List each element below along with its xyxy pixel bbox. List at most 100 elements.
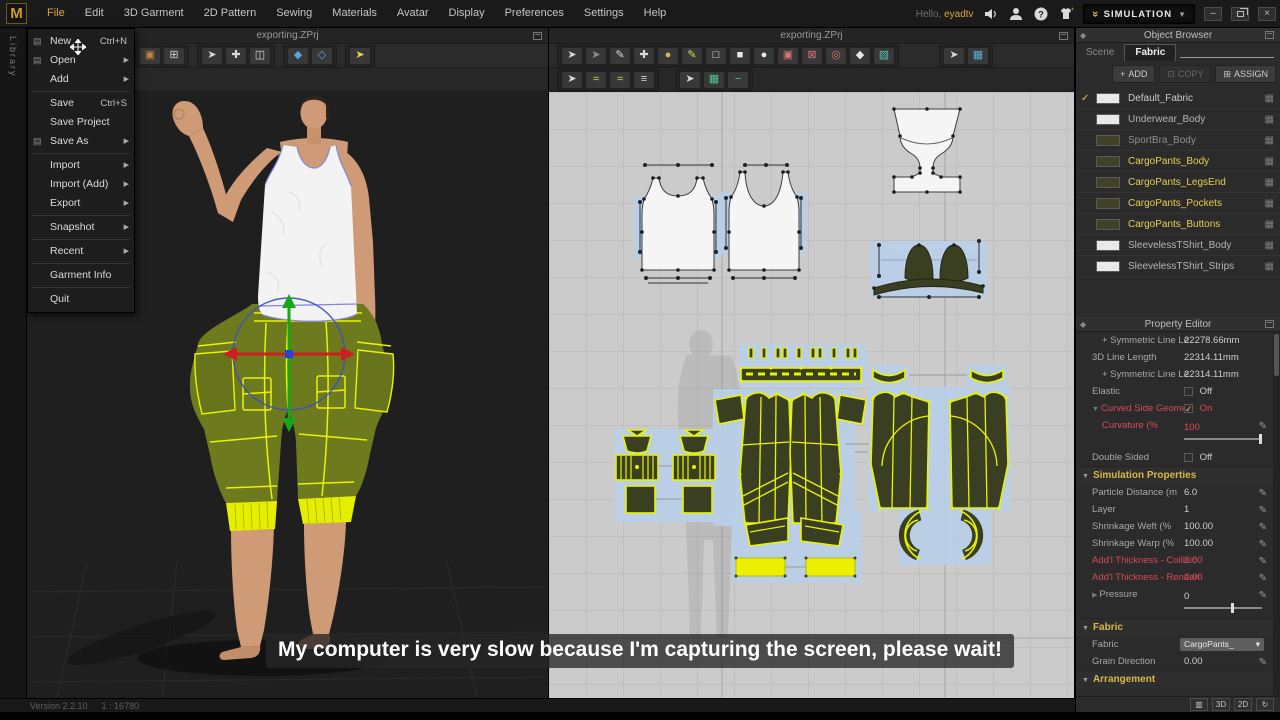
texture-icon[interactable]: ▦ <box>1265 240 1274 251</box>
avatar-tape-icon[interactable]: ◫ <box>249 46 271 65</box>
transform-pattern-icon[interactable]: ➤ <box>561 46 583 65</box>
pattern-pocket-square-left[interactable] <box>625 485 656 514</box>
round-dart-icon[interactable]: ◎ <box>825 46 847 65</box>
fabric-row-underwear_body[interactable]: Underwear_Body ▦ <box>1076 109 1280 130</box>
file-menu-item-save[interactable]: Save Ctrl+S <box>28 94 134 113</box>
property-value[interactable]: 2.00 <box>1184 569 1203 586</box>
texture-icon[interactable]: ▦ <box>1265 156 1274 167</box>
edit-pencil-icon[interactable]: ✎ <box>1259 654 1267 671</box>
file-menu-item-garment-info[interactable]: Garment Info <box>28 266 134 285</box>
circle-tool-icon[interactable]: ● <box>753 46 775 65</box>
section-fabric[interactable]: ▼ Fabric <box>1076 618 1273 636</box>
property-value[interactable]: 1 <box>1184 501 1189 518</box>
assign-button[interactable]: ⊞ ASSIGN <box>1215 65 1276 83</box>
checkbox[interactable] <box>1184 452 1193 462</box>
speaker-icon[interactable] <box>983 6 999 22</box>
restore-button[interactable] <box>1231 7 1249 21</box>
pleats-tool-icon[interactable]: ▧ <box>873 46 895 65</box>
free-sew-icon[interactable]: ≈ <box>585 70 607 89</box>
file-menu-item-import[interactable]: Import ▶ <box>28 156 134 175</box>
file-menu-item-import-add-[interactable]: Import (Add) ▶ <box>28 175 134 194</box>
texture-icon[interactable]: ▦ <box>1265 261 1274 272</box>
grade-grid-icon[interactable]: ▦ <box>703 70 725 89</box>
pattern-pocket-body-left[interactable] <box>615 454 659 481</box>
texture-icon[interactable]: ▦ <box>1265 219 1274 230</box>
property-value[interactable]: 22314.11mm <box>1184 366 1239 383</box>
edit-pencil-icon[interactable]: ✎ <box>1259 485 1267 502</box>
menu-display[interactable]: Display <box>439 0 495 27</box>
file-menu-item-export[interactable]: Export ▶ <box>28 194 134 213</box>
mn-segment-sew-icon[interactable]: ≡ <box>633 70 655 89</box>
garment-store-icon[interactable]: + <box>1058 6 1074 22</box>
grade-line-icon[interactable]: − <box>727 70 749 89</box>
file-menu-item-quit[interactable]: Quit <box>28 290 134 309</box>
minimize-button[interactable]: – <box>1204 7 1222 21</box>
menu-sewing[interactable]: Sewing <box>266 0 322 27</box>
library-panel-collapsed[interactable]: Library <box>0 28 27 698</box>
checkbox[interactable]: ✓ <box>1184 403 1193 413</box>
edit-pencil-icon[interactable]: ✎ <box>1259 570 1267 587</box>
transform-template-icon[interactable]: ➤ <box>585 46 607 65</box>
avatar-tank-top[interactable] <box>258 145 357 322</box>
fabric-dropdown[interactable]: CargoPants_ ▾ <box>1180 638 1264 651</box>
account-icon[interactable] <box>1008 6 1024 22</box>
texture-icon[interactable]: ▦ <box>1265 114 1274 125</box>
slider-value[interactable]: 100 <box>1184 419 1262 433</box>
section-simulation-properties[interactable]: ▼ Simulation Properties <box>1076 466 1273 484</box>
section-arrangement[interactable]: ▼ Arrangement <box>1076 670 1273 688</box>
slider-value[interactable]: 0 <box>1184 588 1262 602</box>
file-menu-item-save-as[interactable]: ▤ Save As ▶ <box>28 132 134 151</box>
file-menu-item-recent[interactable]: Recent ▶ <box>28 242 134 261</box>
fabric-row-sleevelesstshirt_strips[interactable]: SleevelessTShirt_Strips ▦ <box>1076 256 1280 277</box>
maximize-viewport-icon[interactable] <box>1059 32 1068 40</box>
open-capture-icon[interactable]: ⊞ <box>163 46 185 65</box>
grade-select-icon[interactable]: ➤ <box>679 70 701 89</box>
edit-pencil-icon[interactable]: ✎ <box>1259 536 1267 553</box>
maximize-viewport-icon[interactable] <box>533 32 542 40</box>
menu-edit[interactable]: Edit <box>75 0 114 27</box>
dart-tool-icon[interactable]: ▣ <box>777 46 799 65</box>
edit-pencil-icon[interactable]: ✎ <box>1259 418 1267 435</box>
menu-2d-pattern[interactable]: 2D Pattern <box>194 0 267 27</box>
texture-icon[interactable]: ▦ <box>1265 135 1274 146</box>
pin-icon[interactable]: ◆ <box>1080 320 1086 329</box>
help-icon[interactable]: ? <box>1033 6 1049 22</box>
fabric-row-cargopants_buttons[interactable]: CargoPants_Buttons ▦ <box>1076 214 1280 235</box>
menu-avatar[interactable]: Avatar <box>387 0 439 27</box>
pattern-pant-back-left[interactable] <box>870 391 931 510</box>
undock-panel-icon[interactable] <box>1265 320 1274 328</box>
edit-pencil-icon[interactable]: ✎ <box>1259 502 1267 519</box>
property-value[interactable]: 100.00 <box>1184 535 1213 552</box>
pattern-tank-front[interactable] <box>638 163 718 284</box>
menu-materials[interactable]: Materials <box>322 0 387 27</box>
pattern-pocket-square-right[interactable] <box>682 485 713 514</box>
menu-help[interactable]: Help <box>634 0 677 27</box>
segment-sew-icon[interactable]: ➤ <box>561 70 583 89</box>
show-garment-icon[interactable]: ◆ <box>287 46 309 65</box>
slider-track[interactable] <box>1184 603 1262 613</box>
menu-settings[interactable]: Settings <box>574 0 634 27</box>
texture-select-icon[interactable]: ➤ <box>943 46 965 65</box>
texture-icon[interactable]: ▦ <box>1265 93 1274 104</box>
edit-pattern-icon[interactable]: ✎ <box>609 46 631 65</box>
split-view-icon[interactable]: ▥ <box>1190 698 1208 711</box>
edit-pencil-icon[interactable]: ✎ <box>1259 587 1267 604</box>
property-value[interactable]: 2.00 <box>1184 552 1203 569</box>
pin-icon[interactable]: ◆ <box>1080 31 1086 40</box>
view-2d-button[interactable]: 2D <box>1234 698 1252 711</box>
close-button[interactable]: × <box>1258 7 1276 21</box>
fabric-row-sleevelesstshirt_body[interactable]: SleevelessTShirt_Body ▦ <box>1076 235 1280 256</box>
file-menu-item-snapshot[interactable]: Snapshot ▶ <box>28 218 134 237</box>
snapshot-tool-icon[interactable]: ▣ <box>139 46 161 65</box>
sync-view-icon[interactable]: ↻ <box>1256 698 1274 711</box>
file-menu-item-save-project[interactable]: Save Project <box>28 113 134 132</box>
slider-thumb[interactable] <box>1230 603 1234 613</box>
fabric-row-cargopants_legsend[interactable]: CargoPants_LegsEnd ▦ <box>1076 172 1280 193</box>
edit-curvature-icon[interactable]: ✎ <box>681 46 703 65</box>
fabric-row-cargopants_body[interactable]: CargoPants_Body ▦ <box>1076 151 1280 172</box>
diamond-dart-icon[interactable]: ◆ <box>849 46 871 65</box>
fabric-row-sportbra_body[interactable]: SportBra_Body ▦ <box>1076 130 1280 151</box>
pattern-cuff-strip-right[interactable] <box>804 556 857 578</box>
pattern-pocket-body-right[interactable] <box>672 454 716 481</box>
property-value[interactable]: 22314.11mm <box>1184 349 1239 366</box>
